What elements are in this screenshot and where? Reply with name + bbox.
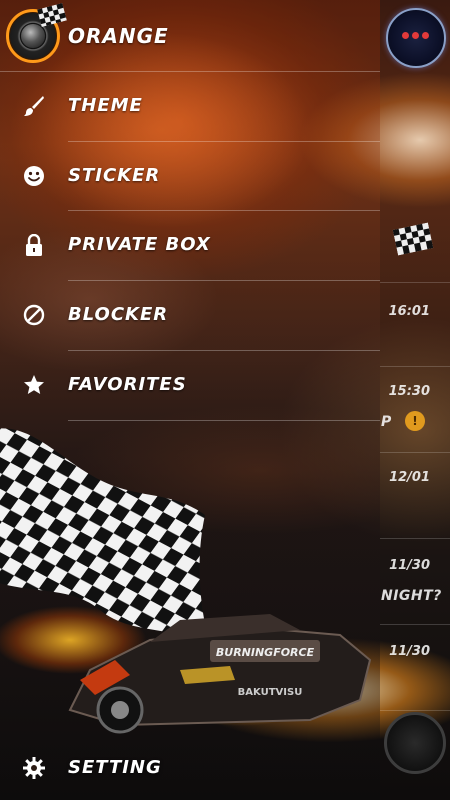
menu-item-blocker[interactable]: BLOCKER (0, 281, 380, 349)
menu-item-sticker[interactable]: STICKER (0, 142, 380, 210)
gauge-decoration (384, 712, 446, 774)
checkered-flag-icon (37, 2, 67, 28)
helmet-icon (21, 24, 45, 48)
list-divider (380, 538, 450, 539)
message-time: 15:30 (388, 384, 430, 399)
list-divider (380, 452, 450, 453)
menu-item-favorites[interactable]: FAVORITES (0, 351, 380, 419)
message-time: 16:01 (388, 304, 430, 319)
list-divider (380, 710, 450, 711)
message-time: 12/01 (389, 470, 430, 485)
message-snippet: NIGHT? (381, 588, 442, 604)
message-time: 11/30 (389, 644, 430, 659)
setting-label: SETTING (68, 757, 162, 778)
svg-text:BAKUTVISU: BAKUTVISU (238, 687, 303, 698)
race-car-decoration: BURNINGFORCE BAKUTVISU (68, 614, 372, 734)
menu-item-label: STICKER (68, 165, 161, 186)
menu-item-label: THEME (68, 95, 143, 116)
menu-item-theme[interactable]: THEME (0, 72, 380, 140)
app-title: ORANGE (68, 24, 169, 48)
lock-icon (22, 233, 46, 257)
menu-item-label: FAVORITES (68, 374, 187, 395)
menu-item-label: BLOCKER (68, 304, 169, 325)
setting-button[interactable]: SETTING (0, 736, 380, 800)
app-avatar[interactable] (6, 2, 67, 63)
svg-text:BURNINGFORCE: BURNINGFORCE (216, 646, 315, 659)
block-icon (22, 303, 46, 327)
menu-item-private-box[interactable]: PRIVATE BOX (0, 211, 380, 279)
brush-icon (22, 94, 46, 118)
message-snippet: P (381, 414, 392, 430)
message-time: 11/30 (389, 558, 430, 573)
list-divider (380, 366, 450, 367)
smiley-icon (22, 164, 46, 188)
drawer-header: ORANGE (0, 0, 380, 72)
speedometer-icon[interactable] (386, 8, 446, 68)
navigation-drawer: BURNINGFORCE BAKUTVISU ORANGE THEME STIC… (0, 0, 380, 800)
gear-icon (22, 756, 46, 780)
unread-badge: ! (405, 411, 425, 431)
star-icon (22, 373, 46, 397)
menu-item-label: PRIVATE BOX (68, 234, 211, 255)
list-divider (380, 624, 450, 625)
menu-divider (68, 420, 380, 421)
list-divider (380, 282, 450, 283)
